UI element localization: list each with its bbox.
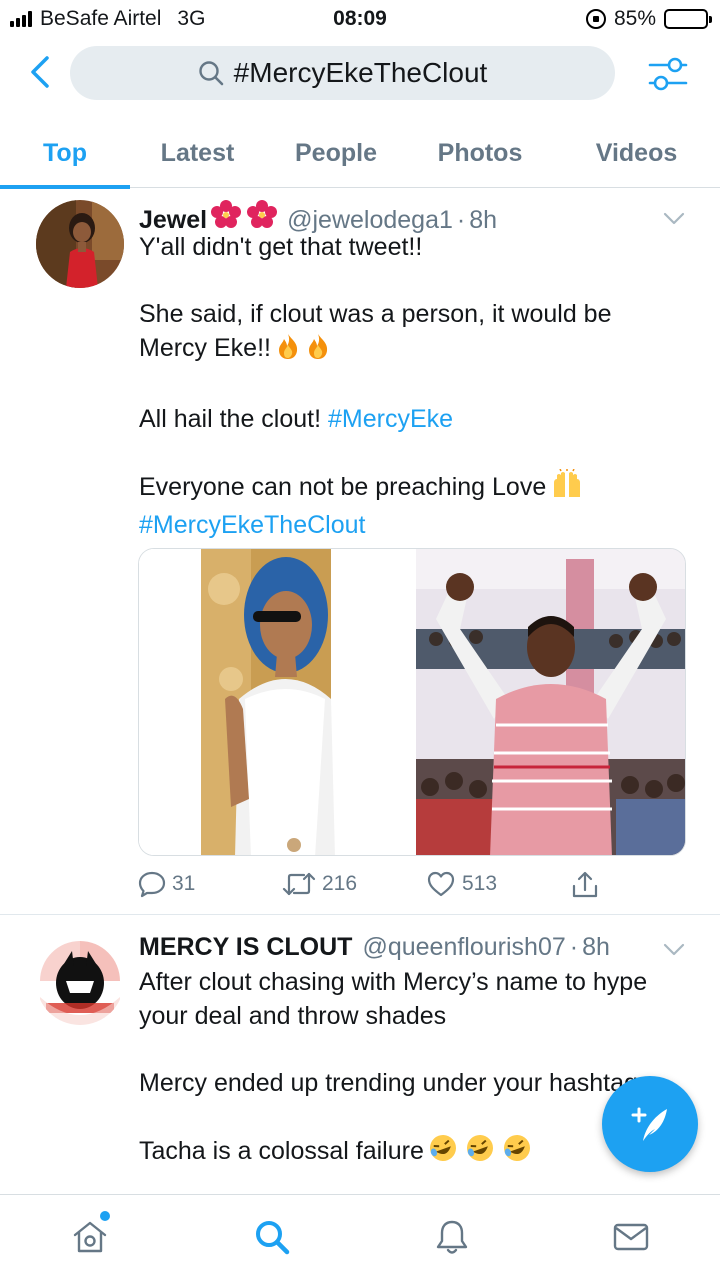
tab-people[interactable]: People [265, 118, 407, 188]
sliders-icon [648, 57, 688, 91]
avatar-image [36, 200, 124, 288]
tweet-line: Y'all didn't get that tweet!! [139, 233, 423, 261]
fire-icon [275, 332, 331, 369]
battery-icon [664, 9, 712, 29]
tweet-line-text: Tacha is a colossal failure [139, 1137, 424, 1165]
battery-percent: 85% [613, 7, 656, 30]
handle[interactable]: @queenflourish07 [362, 933, 565, 962]
status-left: BeSafe Airtel 3G [10, 7, 205, 31]
chevron-down-icon [663, 943, 685, 956]
avatar[interactable] [36, 937, 124, 1025]
carrier-name: BeSafe Airtel [40, 7, 162, 30]
retweet-button[interactable]: 216 [282, 870, 357, 898]
search-icon [198, 61, 223, 86]
raised-hands-icon [550, 468, 584, 508]
search-tabs: Top Latest People Photos Videos [0, 118, 720, 189]
share-icon [572, 871, 598, 898]
tweet-menu-button[interactable] [660, 935, 688, 963]
reply-icon [138, 871, 166, 898]
retweet-icon [282, 872, 316, 896]
tab-top[interactable]: Top [0, 118, 130, 189]
search-icon [256, 1221, 290, 1255]
hashtag-link[interactable]: #MercyEkeTheClout [139, 511, 365, 539]
bell-icon [436, 1220, 468, 1254]
tweet-actions: 31 216 513 [138, 870, 608, 906]
tweet-line: Everyone can not be preaching Love #Mercy… [139, 468, 659, 542]
media-photo-right[interactable] [416, 549, 685, 855]
rolling-laughing-icon [428, 1133, 538, 1172]
separator-dot: · [569, 933, 579, 961]
like-count: 513 [462, 872, 498, 895]
status-bar: BeSafe Airtel 3G 08:09 85% [0, 0, 720, 36]
nav-messages[interactable] [609, 1215, 653, 1259]
tweet-media[interactable] [138, 548, 686, 856]
tweet-line: She said, if clout was a person, it woul… [139, 297, 659, 369]
status-right: 85% [585, 7, 712, 31]
chevron-left-icon [31, 56, 49, 88]
like-button[interactable]: 513 [426, 870, 497, 898]
tweet-text: Y'all didn't get that tweet!! She said, … [139, 230, 659, 575]
compose-tweet-button[interactable] [602, 1076, 698, 1172]
orientation-lock-icon [585, 9, 606, 29]
search-header: #MercyEkeTheClout [0, 40, 720, 106]
tweet-line: After clout chasing with Mercy’s name to… [139, 968, 648, 1030]
share-button[interactable] [570, 870, 600, 900]
photo-man-raised-fists [416, 549, 685, 855]
retweet-count: 216 [322, 872, 358, 895]
nav-home[interactable] [68, 1211, 112, 1259]
reply-count: 31 [172, 872, 196, 895]
avatar[interactable] [36, 200, 124, 288]
compose-feather-icon [631, 1107, 667, 1141]
home-icon [73, 1221, 107, 1253]
heart-icon [427, 871, 455, 897]
hibiscus-icon [211, 200, 278, 228]
envelope-icon [613, 1223, 649, 1251]
photo-woman-blue-hair [139, 549, 412, 855]
tweet-line: Mercy ended up trending under your hasht… [139, 1069, 651, 1097]
search-filter-button[interactable] [646, 52, 690, 96]
bottom-tab-bar [0, 1194, 720, 1280]
nav-notifications[interactable] [430, 1215, 474, 1259]
tab-videos[interactable]: Videos [553, 118, 720, 188]
tweet-line-text: All hail the clout! [139, 405, 328, 433]
home-notification-dot [100, 1211, 110, 1221]
chevron-down-icon [663, 212, 685, 225]
tweet-text: After clout chasing with Mercy’s name to… [139, 965, 659, 1194]
search-input[interactable]: #MercyEkeTheClout [70, 46, 615, 100]
reply-button[interactable]: 31 [138, 870, 195, 898]
tweet-line: Tacha is a colossal failure [139, 1133, 659, 1172]
media-photo-left[interactable] [139, 549, 412, 855]
tweet-header: MERCY IS CLOUT @queenflourish07 · 8h [139, 933, 610, 962]
tweet-line: All hail the clout! #MercyEke [139, 402, 659, 436]
timestamp[interactable]: 8h [582, 933, 610, 962]
tweet-line-text: Everyone can not be preaching Love [139, 473, 547, 501]
tweet-line-text: She said, if clout was a person, it woul… [139, 300, 612, 362]
network-type: 3G [177, 7, 206, 30]
avatar-image [36, 937, 124, 1025]
display-name[interactable]: MERCY IS CLOUT [139, 933, 352, 962]
hashtag-link[interactable]: #MercyEke [328, 405, 453, 433]
nav-search[interactable] [250, 1215, 294, 1259]
tweet-menu-button[interactable] [660, 204, 688, 232]
search-query: #MercyEkeTheClout [233, 57, 488, 88]
back-button[interactable] [20, 52, 60, 92]
tab-latest[interactable]: Latest [130, 118, 265, 188]
tab-photos[interactable]: Photos [407, 118, 553, 188]
signal-icon [10, 11, 32, 27]
tweet[interactable]: Jewel @jewelodega1 · 8h Y'all didn't get… [0, 190, 720, 915]
